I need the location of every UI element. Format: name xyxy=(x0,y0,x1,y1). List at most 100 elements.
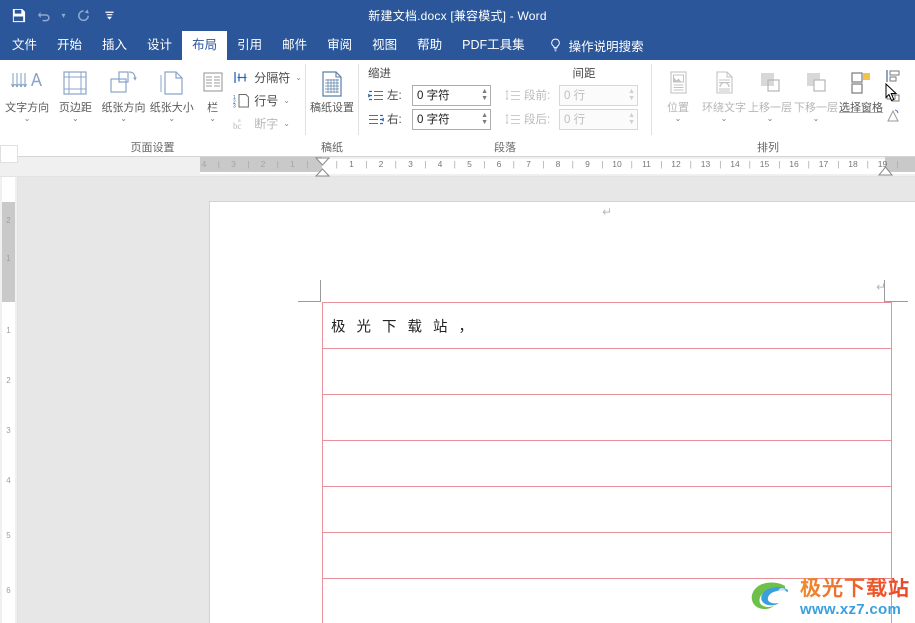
bring-forward-button[interactable]: 上移一层 ⌄ xyxy=(747,63,793,123)
wrap-text-button[interactable]: 环绕文字 ⌄ xyxy=(701,63,747,123)
chevron-down-icon[interactable]: ⌄ xyxy=(721,115,728,123)
bring-forward-icon xyxy=(756,66,784,102)
manuscript-grid-row[interactable] xyxy=(322,394,892,440)
ruler-minor-tick: | xyxy=(837,160,840,169)
indent-left-row: 左: 0 字符 ▲ ▼ xyxy=(368,83,491,107)
ruler-tick: 10 xyxy=(612,159,622,169)
space-before-stepper[interactable]: ▲ ▼ xyxy=(628,86,635,105)
save-icon[interactable] xyxy=(6,4,30,28)
space-before-input[interactable]: 0 行 ▲ ▼ xyxy=(559,84,638,106)
ruler-minor-tick: | xyxy=(394,160,397,169)
svg-text:3: 3 xyxy=(233,103,236,108)
tab-references[interactable]: 引用 xyxy=(227,31,272,60)
indent-right-value: 0 字符 xyxy=(417,114,450,126)
tab-stop-selector[interactable] xyxy=(0,145,18,163)
breaks-button[interactable]: 分隔符 ⌄ xyxy=(233,67,302,87)
right-indent-marker[interactable] xyxy=(877,166,894,177)
redo-icon[interactable] xyxy=(71,4,95,28)
manuscript-grid-row[interactable] xyxy=(322,440,892,486)
group-objects-icon[interactable] xyxy=(885,88,901,104)
undo-dropdown-icon[interactable]: ▾ xyxy=(58,4,69,28)
indent-right-input[interactable]: 0 字符 ▲ ▼ xyxy=(412,108,491,130)
chevron-down-icon[interactable]: ⌄ xyxy=(767,115,774,123)
tab-home[interactable]: 开始 xyxy=(47,31,92,60)
space-after-input[interactable]: 0 行 ▲ ▼ xyxy=(559,108,638,130)
align-objects-icon[interactable] xyxy=(885,68,901,84)
ruler-tick: 7 xyxy=(526,159,531,169)
tab-insert[interactable]: 插入 xyxy=(92,31,137,60)
undo-icon[interactable] xyxy=(32,4,56,28)
text-direction-button[interactable]: 文字方向 ⌄ xyxy=(3,63,51,123)
breaks-label: 分隔符 xyxy=(254,70,291,85)
spacing-header: 间距 xyxy=(572,68,596,80)
chevron-down-icon[interactable]: ⌄ xyxy=(24,115,31,123)
ruler-minor-tick: | xyxy=(689,160,692,169)
indent-left-icon xyxy=(368,88,384,102)
quick-access-toolbar: ▾ xyxy=(0,4,121,28)
tab-mailings[interactable]: 邮件 xyxy=(272,31,317,60)
ruler-minor-tick: | xyxy=(778,160,781,169)
line-numbers-button[interactable]: 1 2 3 行号 ⌄ xyxy=(233,90,302,110)
position-button[interactable]: 位置 ⌄ xyxy=(655,63,701,123)
selection-pane-button[interactable]: 选择窗格 xyxy=(839,63,883,114)
send-backward-icon xyxy=(802,66,830,102)
chevron-down-icon[interactable]: ⌄ xyxy=(675,115,682,123)
vertical-ruler-tick: 2 xyxy=(6,216,11,225)
ruler-tick: 5 xyxy=(467,159,472,169)
chevron-down-icon[interactable]: ⌄ xyxy=(283,96,290,105)
margins-button[interactable]: 页边距 ⌄ xyxy=(51,63,99,123)
chevron-down-icon[interactable]: ⌄ xyxy=(168,115,175,123)
document-page[interactable]: ↵ ↵ 极光下载站， xyxy=(210,202,915,623)
ruler-minor-tick: | xyxy=(453,160,456,169)
vertical-ruler[interactable]: 2 1 1 2 3 4 5 6 xyxy=(0,177,18,623)
rotate-objects-icon[interactable] xyxy=(885,108,901,124)
tab-layout[interactable]: 布局 xyxy=(182,31,228,60)
ribbon-tabs: 文件 开始 插入 设计 布局 引用 邮件 审阅 视图 帮助 PDF工具集 操作说… xyxy=(0,31,915,60)
tell-me-search[interactable]: 操作说明搜索 xyxy=(535,31,644,60)
manuscript-grid-row[interactable] xyxy=(322,348,892,394)
ruler-tick: 1 xyxy=(290,159,295,169)
tab-design[interactable]: 设计 xyxy=(137,31,182,60)
line-numbers-label: 行号 xyxy=(254,93,279,108)
tab-view[interactable]: 视图 xyxy=(362,31,407,60)
paper-size-button[interactable]: 纸张大小 ⌄ xyxy=(148,63,196,123)
tab-pdf-tools[interactable]: PDF工具集 xyxy=(452,31,535,60)
customize-qat-icon[interactable] xyxy=(97,4,121,28)
indent-left-input[interactable]: 0 字符 ▲ ▼ xyxy=(412,84,491,106)
ruler-minor-tick: | xyxy=(866,160,869,169)
manuscript-grid[interactable]: 极光下载站， xyxy=(322,302,892,623)
columns-label: 栏 xyxy=(207,102,219,114)
manuscript-grid-row[interactable] xyxy=(322,532,892,578)
first-line-indent-marker[interactable] xyxy=(314,157,331,177)
tab-file[interactable]: 文件 xyxy=(2,31,47,60)
manuscript-grid-row[interactable]: 极光下载站， xyxy=(322,302,892,348)
orientation-button[interactable]: 纸张方向 ⌄ xyxy=(99,63,147,123)
horizontal-ruler[interactable]: 4 | 3 | 2 | 1 | 1 | 2 | 3 | 4 | 5 | 6 | 7 | 8 | 9 | 10 | 11 | 12 | 13 | 14… xyxy=(0,145,915,177)
hyphenation-button[interactable]: bc a 断字 ⌄ xyxy=(233,113,302,133)
ruler-minor-tick: | xyxy=(542,160,545,169)
ruler-minor-tick: | xyxy=(719,160,722,169)
chevron-down-icon[interactable]: ⌄ xyxy=(295,73,302,82)
chevron-down-icon[interactable]: ⌄ xyxy=(209,115,216,123)
chevron-down-icon[interactable]: ⌄ xyxy=(283,119,290,128)
space-before-label: 段前: xyxy=(524,90,551,102)
chevron-down-icon[interactable]: ⌄ xyxy=(72,115,79,123)
send-backward-button[interactable]: 下移一层 ⌄ xyxy=(793,63,839,123)
vertical-ruler-tick: 3 xyxy=(6,426,11,435)
ribbon-group-arrange: 位置 ⌄ 环绕文字 ⌄ 上移一层 ⌄ 下移一层 ⌄ 选择窗格 排列 xyxy=(652,60,902,156)
chevron-down-icon[interactable]: ⌄ xyxy=(120,115,127,123)
manuscript-grid-row[interactable] xyxy=(322,486,892,532)
columns-button[interactable]: 栏 ⌄ xyxy=(196,63,229,123)
indent-left-value: 0 字符 xyxy=(417,90,450,102)
title-bar: ▾ 新建文档.docx [兼容模式] - Word xyxy=(0,0,915,31)
indent-header: 缩进 xyxy=(368,68,391,80)
indent-right-stepper[interactable]: ▲ ▼ xyxy=(481,110,488,129)
space-after-stepper[interactable]: ▲ ▼ xyxy=(628,110,635,129)
manuscript-setup-button[interactable]: 稿纸设置 xyxy=(309,63,355,114)
chevron-down-icon[interactable]: ⌄ xyxy=(813,115,820,123)
document-text: 极光下载站， xyxy=(331,319,484,335)
tab-review[interactable]: 审阅 xyxy=(317,31,362,60)
indent-left-stepper[interactable]: ▲ ▼ xyxy=(481,86,488,105)
tab-help[interactable]: 帮助 xyxy=(407,31,452,60)
ribbon-group-manuscript: 稿纸设置 稿纸 xyxy=(306,60,358,156)
